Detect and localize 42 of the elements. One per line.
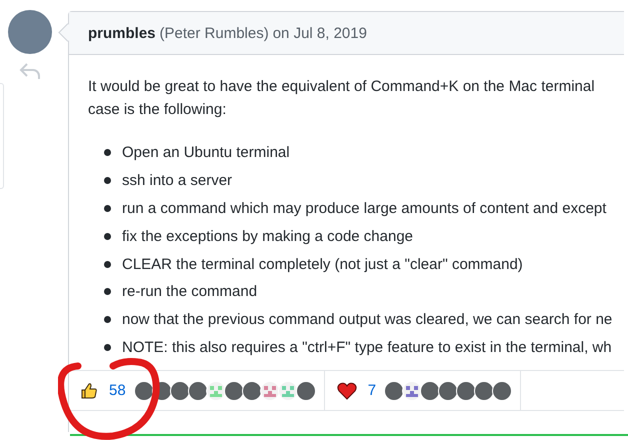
author-link[interactable]: prumbles [88,24,156,42]
user-avatar[interactable] [188,380,208,401]
reaction-button[interactable]: 58 [69,371,325,410]
comment-text: It would be great to have the equivalent of Command+K on the Mac terminal [88,77,596,97]
author-full-name: (Peter Rumbles) [160,24,269,42]
bullet-icon [104,344,111,351]
user-avatar[interactable] [456,380,476,401]
list-item-text: ssh into a server [122,172,232,190]
list-item-text: NOTE: this also requires a "ctrl+F" type feature to exist in the terminal, wh [122,338,612,356]
identicon-avatar[interactable] [206,380,226,401]
heart-icon [336,382,357,400]
thumbs-up-icon [80,382,98,400]
avatar-photo [8,10,52,54]
user-avatar[interactable] [420,380,440,401]
comment-text: case is the following: [88,100,228,120]
reply-arrow-icon [19,62,41,80]
list-item-text: Open an Ubuntu terminal [122,144,290,162]
user-avatar[interactable] [384,380,404,401]
user-avatar[interactable] [296,380,316,401]
bullet-icon [104,232,111,240]
user-avatar[interactable] [242,380,262,401]
list-item-text: CLEAR the terminal completely (not just a "clear" command) [122,256,523,273]
identicon-avatar[interactable] [402,380,422,401]
list-item-text: now that the previous command output was cleared, we can search for ne [122,311,612,328]
user-avatar[interactable] [134,380,154,401]
list-item-text: re-run the command [122,283,258,300]
bullet-icon [104,149,111,156]
bullet-icon [104,316,111,324]
user-avatar[interactable] [438,380,458,401]
identicon-avatar[interactable] [260,380,280,401]
bullet-icon [104,204,111,212]
user-avatar[interactable] [492,380,512,401]
bullet-icon [104,260,111,268]
user-avatar[interactable] [474,380,494,401]
user-avatar[interactable] [224,380,244,401]
list-item-text: run a command which may produce large amounts of content and except [122,200,606,217]
bullet-icon [104,177,111,184]
reaction-button[interactable]: 7 [324,371,522,410]
comment-date-link[interactable]: on Jul 8, 2019 [272,24,367,42]
bullet-icon [104,288,111,296]
user-avatar[interactable] [170,380,190,401]
list-item-text: fix the exceptions by making a code change [122,228,414,245]
